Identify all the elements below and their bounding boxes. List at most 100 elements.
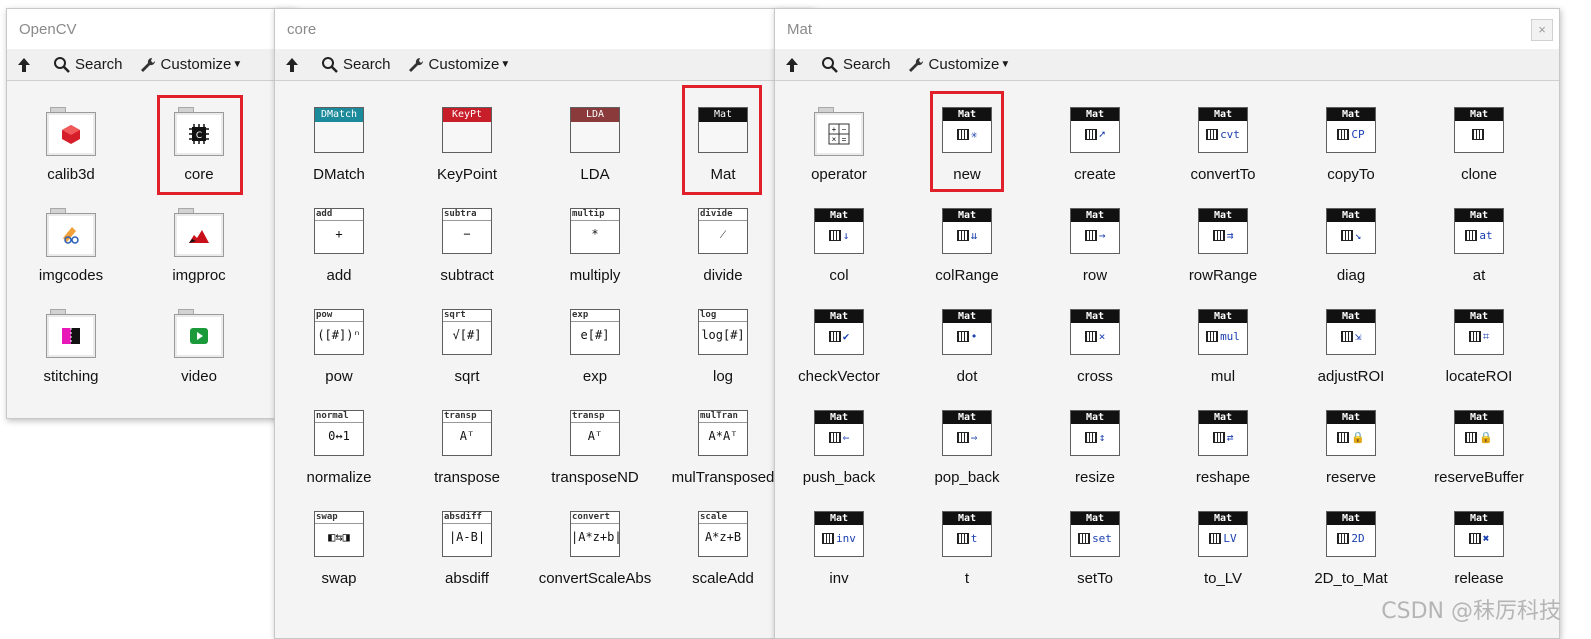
method-reserveBuffer[interactable]: Mat 🔒 reserveBuffer (1415, 384, 1543, 486)
function-icon: subtra − (442, 208, 492, 254)
method-create[interactable]: Mat ➚ create (1031, 81, 1159, 183)
mat-method-glyph: CP (1327, 121, 1375, 148)
mat-header: Mat (1327, 411, 1375, 424)
class-icon-header: LDA (571, 108, 619, 122)
folder-calib3d[interactable]: calib3d (7, 81, 135, 183)
method-diag[interactable]: Mat ↘ diag (1287, 182, 1415, 284)
vi-transposeND[interactable]: transp Aᵀ transposeND (531, 384, 659, 486)
customize-button[interactable]: Customize ▼ (407, 56, 510, 74)
function-icon-header: mulTran (699, 411, 747, 423)
method-locateROI[interactable]: Mat ⌗ locateROI (1415, 283, 1543, 385)
mat-method-icon: Mat at (1454, 208, 1504, 254)
up-button[interactable] (783, 56, 805, 74)
method-reserve[interactable]: Mat 🔒 reserve (1287, 384, 1415, 486)
mat-method-icon: Mat mul (1198, 309, 1248, 355)
method-release[interactable]: Mat ✖ release (1415, 485, 1543, 587)
function-icon-glyph: A*z+B (704, 530, 742, 544)
vi-LDA[interactable]: LDA LDA (531, 81, 659, 183)
search-button[interactable]: Search (53, 56, 123, 74)
method-cross[interactable]: Mat × cross (1031, 283, 1159, 385)
folder-icon (174, 309, 224, 358)
watermark: CSDN @秣厉科技 (1381, 599, 1561, 624)
svg-text:−: − (842, 125, 847, 134)
method-resize[interactable]: Mat ↕ resize (1031, 384, 1159, 486)
vi-log[interactable]: log log[#] log (659, 283, 787, 385)
method-mul[interactable]: Mat mul mul (1159, 283, 1287, 385)
vi-DMatch[interactable]: DMatch DMatch (275, 81, 403, 183)
method-dot[interactable]: Mat • dot (903, 283, 1031, 385)
mat-method-glyph: t (943, 525, 991, 552)
search-button[interactable]: Search (821, 56, 891, 74)
up-button[interactable] (15, 56, 37, 74)
search-icon (54, 56, 70, 73)
vi-multiply[interactable]: multip * multiply (531, 182, 659, 284)
folder-icon (46, 309, 96, 358)
class-icon: KeyPt (442, 107, 492, 153)
folder-imgcodes[interactable]: imgcodes (7, 182, 135, 284)
up-button[interactable] (283, 56, 305, 74)
function-icon: mulTran A*Aᵀ (698, 410, 748, 456)
vi-absdiff[interactable]: absdiff |A-B| absdiff (403, 485, 531, 587)
method-rowRange[interactable]: Mat ⇉ rowRange (1159, 182, 1287, 284)
method-adjustROI[interactable]: Mat ⇲ adjustROI (1287, 283, 1415, 385)
vi-label: convertScaleAbs (538, 570, 652, 587)
customize-label: Customize (160, 56, 232, 73)
method-colRange[interactable]: Mat ⇊ colRange (903, 182, 1031, 284)
vi-KeyPoint[interactable]: KeyPt KeyPoint (403, 81, 531, 183)
method-inv[interactable]: Mat inv inv (775, 485, 903, 587)
vi-transpose[interactable]: transp Aᵀ transpose (403, 384, 531, 486)
function-icon-glyph: 0↔1 (328, 429, 350, 443)
method-at[interactable]: Mat at at (1415, 182, 1543, 284)
folder-video[interactable]: video (135, 283, 263, 385)
customize-button[interactable]: Customize ▼ (139, 56, 243, 74)
mat-header: Mat (1071, 310, 1119, 323)
function-icon-header: transp (571, 411, 619, 423)
vi-normalize[interactable]: normal 0↔1 normalize (275, 384, 403, 486)
mat-method-glyph: ➚ (1071, 121, 1119, 148)
method-copyTo[interactable]: Mat CP copyTo (1287, 81, 1415, 183)
svg-text:×: × (832, 135, 837, 144)
vi-exp[interactable]: exp e[#] exp (531, 283, 659, 385)
vi-add[interactable]: add + add (275, 182, 403, 284)
method-t[interactable]: Mat t t (903, 485, 1031, 587)
folder-imgproc[interactable]: imgproc (135, 182, 263, 284)
search-icon (822, 56, 838, 73)
method-convertTo[interactable]: Mat cvt convertTo (1159, 81, 1287, 183)
method-2D_to_Mat[interactable]: Mat 2D 2D_to_Mat (1287, 485, 1415, 587)
mat-method-glyph: × (1071, 323, 1119, 350)
folder-stitching[interactable]: stitching (7, 283, 135, 385)
vi-swap[interactable]: swap ◧⇆◨ swap (275, 485, 403, 587)
method-checkVector[interactable]: Mat ✔ checkVector (775, 283, 903, 385)
vi-divide[interactable]: divide ⁄ divide (659, 182, 787, 284)
vi-subtract[interactable]: subtra − subtract (403, 182, 531, 284)
vi-convertScaleAbs[interactable]: convert |A*z+b| convertScaleAbs (531, 485, 659, 587)
method-reshape[interactable]: Mat ⇄ reshape (1159, 384, 1287, 486)
search-button[interactable]: Search (321, 56, 391, 74)
method-clone[interactable]: Mat clone (1415, 81, 1543, 183)
mat-method-glyph: ✖ (1455, 525, 1503, 552)
method-to_LV[interactable]: Mat LV to_LV (1159, 485, 1287, 587)
mat-method-glyph: LV (1199, 525, 1247, 552)
function-icon-header: add (315, 209, 363, 221)
method-setTo[interactable]: Mat set setTo (1031, 485, 1159, 587)
method-pop_back[interactable]: Mat ⇒ pop_back (903, 384, 1031, 486)
method-push_back[interactable]: Mat ⇐ push_back (775, 384, 903, 486)
mat-header: Mat (1199, 310, 1247, 323)
vi-pow[interactable]: pow ([#])ⁿ pow (275, 283, 403, 385)
vi-sqrt[interactable]: sqrt √[#] sqrt (403, 283, 531, 385)
palette-title: core (275, 9, 813, 49)
function-icon: multip * (570, 208, 620, 254)
search-label: Search (843, 56, 891, 73)
method-operator[interactable]: + − × = operator (775, 81, 903, 183)
mat-method-glyph: at (1455, 222, 1503, 249)
method-col[interactable]: Mat ↓ col (775, 182, 903, 284)
mat-method-glyph: cvt (1199, 121, 1247, 148)
method-row[interactable]: Mat → row (1031, 182, 1159, 284)
vi-mulTransposed[interactable]: mulTran A*Aᵀ mulTransposed (659, 384, 787, 486)
vi-scaleAdd[interactable]: scale A*z+B scaleAdd (659, 485, 787, 587)
customize-button[interactable]: Customize ▼ (907, 56, 1010, 74)
chevron-down-icon: ▼ (232, 59, 243, 70)
function-icon-header: normal (315, 411, 363, 423)
close-button[interactable]: × (1531, 19, 1553, 41)
mat-header: Mat (1455, 108, 1503, 121)
